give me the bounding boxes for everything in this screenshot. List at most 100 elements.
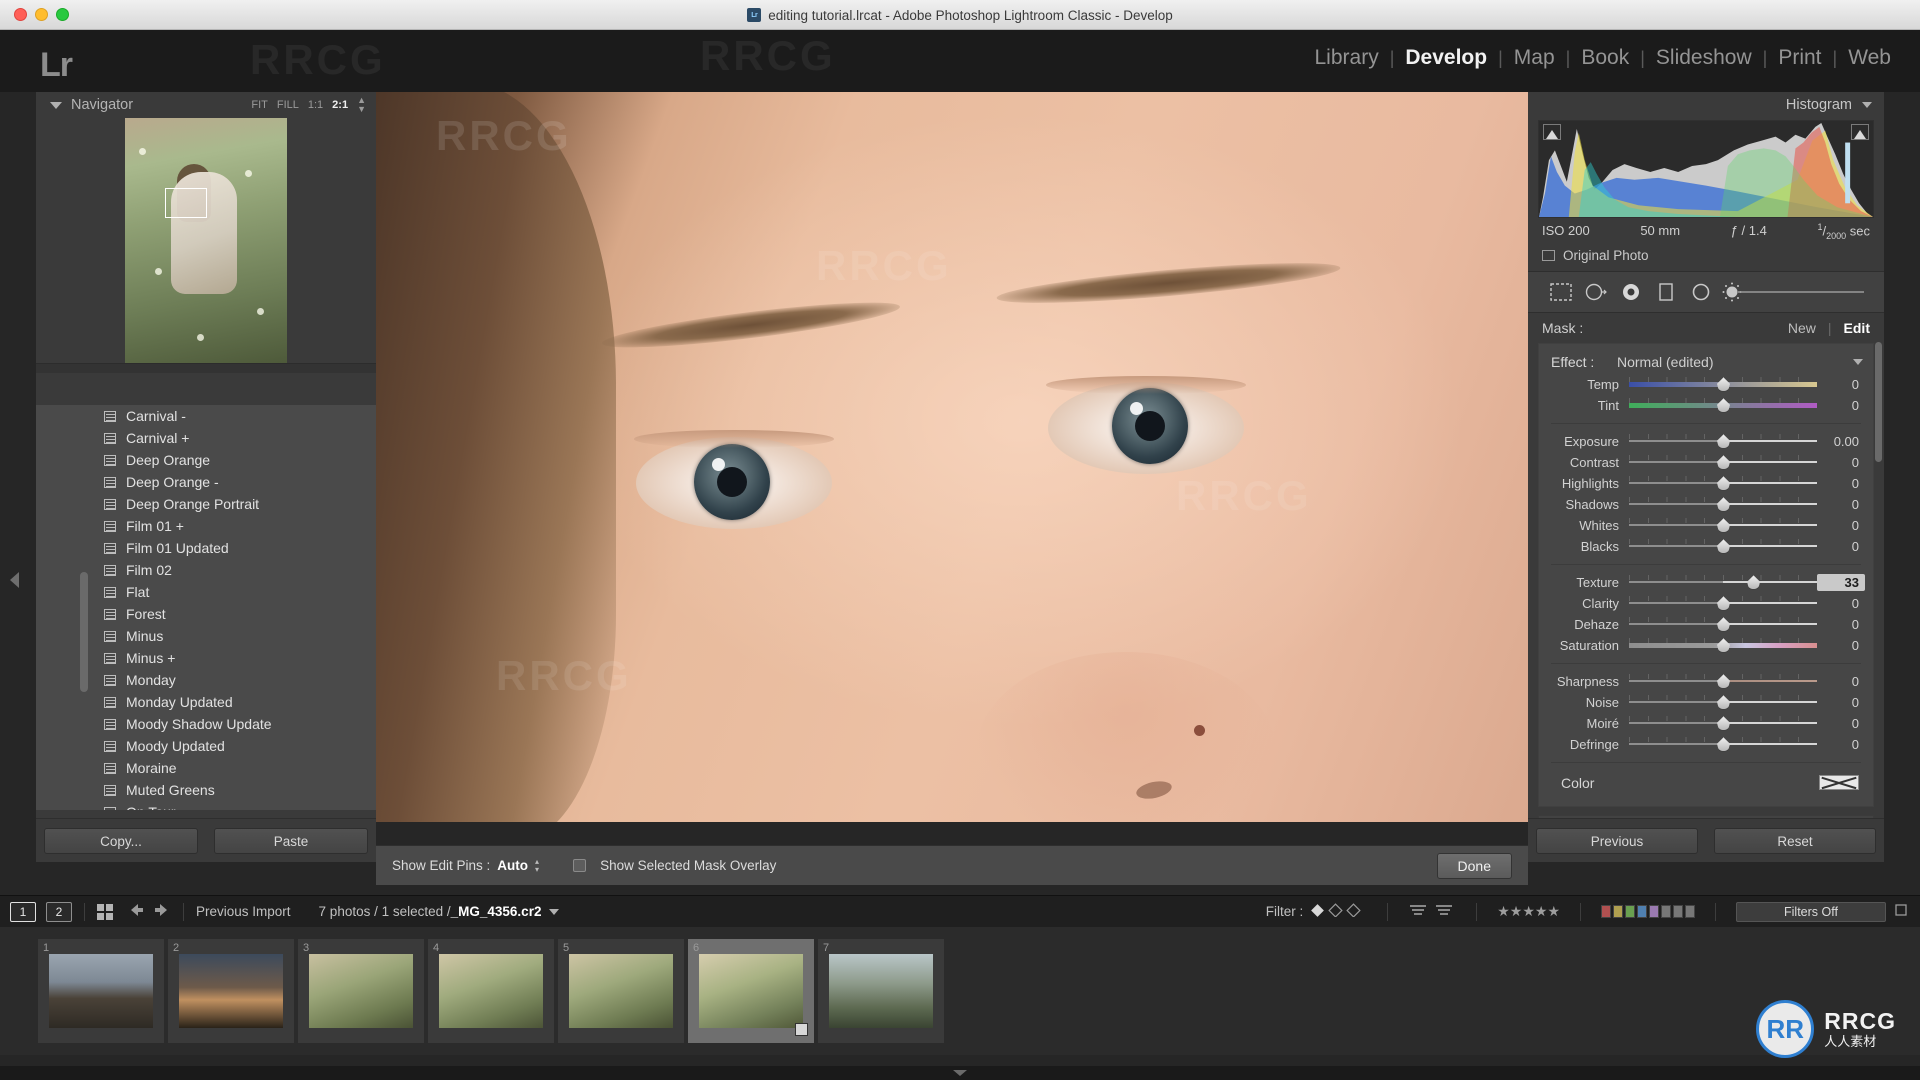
preset-item[interactable]: Deep Orange <box>36 449 376 471</box>
preset-item[interactable]: Deep Orange Portrait <box>36 493 376 515</box>
mask-new-button[interactable]: New <box>1788 320 1816 336</box>
slider-contrast[interactable]: Contrast 0 <box>1539 452 1873 473</box>
slider-value[interactable]: 0 <box>1817 497 1865 512</box>
slider-whites[interactable]: Whites 0 <box>1539 515 1873 536</box>
filter-lock-icon[interactable] <box>1894 903 1908 920</box>
preset-item[interactable]: Deep Orange - <box>36 471 376 493</box>
show-mask-overlay-checkbox[interactable] <box>573 859 587 872</box>
slider-shadows[interactable]: Shadows 0 <box>1539 494 1873 515</box>
slider-temp[interactable]: Temp 0 <box>1539 374 1873 395</box>
paste-button[interactable]: Paste <box>214 827 368 854</box>
module-print[interactable]: Print <box>1767 46 1832 70</box>
screen-2-button[interactable]: 2 <box>46 901 72 922</box>
previous-button[interactable]: Previous <box>1536 827 1698 854</box>
preset-item[interactable]: Film 01 Updated <box>36 537 376 559</box>
zoom-fill[interactable]: FILL <box>277 99 299 111</box>
filter-sort-icons[interactable] <box>1408 903 1456 920</box>
slider-highlights[interactable]: Highlights 0 <box>1539 473 1873 494</box>
original-photo-toggle[interactable]: Original Photo <box>1542 248 1870 263</box>
slider-tint[interactable]: Tint 0 <box>1539 395 1873 416</box>
module-library[interactable]: Library <box>1304 46 1390 70</box>
navigator-preview[interactable] <box>125 118 287 363</box>
linear-gradient-icon[interactable] <box>1648 282 1683 302</box>
slider-noise[interactable]: Noise 0 <box>1539 692 1873 713</box>
left-panel-scrollbar[interactable] <box>80 572 88 692</box>
chevron-down-icon[interactable] <box>1862 102 1872 108</box>
module-book[interactable]: Book <box>1570 46 1640 70</box>
color-row[interactable]: Color <box>1539 770 1873 796</box>
preset-item[interactable]: Muted Greens <box>36 779 376 801</box>
slider-defringe[interactable]: Defringe 0 <box>1539 734 1873 755</box>
slider-texture[interactable]: Texture 33 <box>1539 572 1873 593</box>
module-develop[interactable]: Develop <box>1394 46 1498 70</box>
effect-selector[interactable]: Effect : Normal (edited) <box>1539 350 1873 374</box>
slider-value[interactable]: 0.00 <box>1817 434 1865 449</box>
slider-track[interactable] <box>1629 596 1817 611</box>
rating-filter[interactable]: ★★★★★ <box>1497 903 1560 920</box>
filmstrip-thumb-selected[interactable]: 6 <box>688 939 814 1043</box>
slider-track[interactable] <box>1629 716 1817 731</box>
grid-view-icon[interactable] <box>97 903 113 920</box>
screen-1-button[interactable]: 1 <box>10 901 36 922</box>
right-panel-scrollbar[interactable] <box>1875 342 1882 462</box>
slider-moire[interactable]: Moiré 0 <box>1539 713 1873 734</box>
slider-track[interactable] <box>1629 737 1817 752</box>
filmstrip-source[interactable]: Previous Import <box>196 904 291 919</box>
slider-track[interactable] <box>1629 674 1817 689</box>
slider-track[interactable] <box>1629 398 1817 413</box>
slider-track[interactable] <box>1629 638 1817 653</box>
slider-value[interactable]: 0 <box>1817 617 1865 632</box>
right-panel-collapse-handle[interactable] <box>1884 92 1920 862</box>
preset-item[interactable]: Monday Updated <box>36 691 376 713</box>
filmstrip-thumb[interactable]: 5 <box>558 939 684 1043</box>
show-edit-pins-stepper[interactable]: ▴ ▾ <box>535 857 539 874</box>
preset-item[interactable]: Moody Shadow Update <box>36 713 376 735</box>
slider-track[interactable] <box>1629 539 1817 554</box>
show-mask-overlay-control[interactable]: Show Selected Mask Overlay <box>573 858 776 873</box>
brush-size-slider-icon[interactable] <box>1718 281 1868 303</box>
zoom-2to1[interactable]: 2:1 <box>332 99 348 111</box>
filmstrip-thumb[interactable]: 3 <box>298 939 424 1043</box>
slider-track[interactable] <box>1629 455 1817 470</box>
zoom-1to1[interactable]: 1:1 <box>308 99 323 111</box>
slider-track[interactable] <box>1629 617 1817 632</box>
slider-sharpness[interactable]: Sharpness 0 <box>1539 671 1873 692</box>
slider-value[interactable]: 0 <box>1817 596 1865 611</box>
slider-value[interactable]: 0 <box>1817 455 1865 470</box>
slider-dehaze[interactable]: Dehaze 0 <box>1539 614 1873 635</box>
slider-value[interactable]: 0 <box>1817 398 1865 413</box>
slider-saturation[interactable]: Saturation 0 <box>1539 635 1873 656</box>
slider-track[interactable] <box>1629 476 1817 491</box>
histogram-graph[interactable] <box>1538 120 1874 218</box>
left-panel-collapse-handle[interactable] <box>0 92 36 862</box>
filmstrip-thumb[interactable]: 1 <box>38 939 164 1043</box>
filters-off-dropdown[interactable]: Filters Off <box>1736 901 1886 922</box>
slider-clarity[interactable]: Clarity 0 <box>1539 593 1873 614</box>
module-slideshow[interactable]: Slideshow <box>1645 46 1763 70</box>
filmstrip-resize-handle[interactable] <box>0 1066 1920 1080</box>
slider-value[interactable]: 0 <box>1817 716 1865 731</box>
slider-exposure[interactable]: Exposure 0.00 <box>1539 431 1873 452</box>
chevron-down-icon[interactable] <box>549 908 560 915</box>
done-button[interactable]: Done <box>1436 852 1512 879</box>
slider-value[interactable]: 0 <box>1817 674 1865 689</box>
filmstrip-thumb[interactable]: 2 <box>168 939 294 1043</box>
preset-item[interactable]: Carnival - <box>36 405 376 427</box>
radial-gradient-icon[interactable] <box>1579 282 1614 302</box>
slider-track[interactable] <box>1629 377 1817 392</box>
slider-value[interactable]: 0 <box>1817 377 1865 392</box>
highlight-clipping-indicator[interactable] <box>1851 124 1869 140</box>
slider-value[interactable]: 0 <box>1817 737 1865 752</box>
brush-circle-icon[interactable] <box>1683 282 1718 302</box>
preset-item[interactable]: On Tour <box>36 801 376 810</box>
slider-value[interactable]: 0 <box>1817 695 1865 710</box>
filmstrip-thumb[interactable]: 7 <box>818 939 944 1043</box>
filter-flag-icons[interactable] <box>1311 903 1367 920</box>
slider-track[interactable] <box>1629 497 1817 512</box>
slider-track[interactable] <box>1629 695 1817 710</box>
slider-track[interactable] <box>1629 434 1817 449</box>
module-map[interactable]: Map <box>1503 46 1566 70</box>
copy-button[interactable]: Copy... <box>44 827 198 854</box>
radial-filter-icon[interactable] <box>1614 282 1649 302</box>
slider-track[interactable] <box>1629 518 1817 533</box>
